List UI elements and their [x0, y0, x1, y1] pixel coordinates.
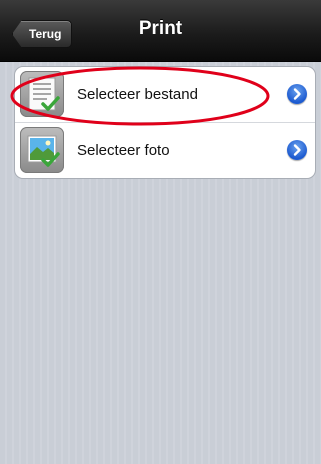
list-item-select-photo[interactable]: Selecteer foto	[15, 122, 315, 178]
list-item-label: Selecteer foto	[77, 142, 170, 159]
page-title: Print	[138, 18, 183, 39]
list-item-label: Selecteer bestand	[77, 86, 198, 103]
photo-check-icon	[20, 127, 64, 173]
document-check-icon	[20, 71, 64, 117]
list-item-select-file[interactable]: Selecteer bestand	[15, 67, 315, 122]
chevron-right-icon[interactable]	[287, 140, 307, 160]
options-list: Selecteer bestand Selecteer foto	[14, 66, 316, 179]
navigation-bar: Terug Print	[0, 0, 321, 62]
chevron-right-icon[interactable]	[287, 84, 307, 104]
